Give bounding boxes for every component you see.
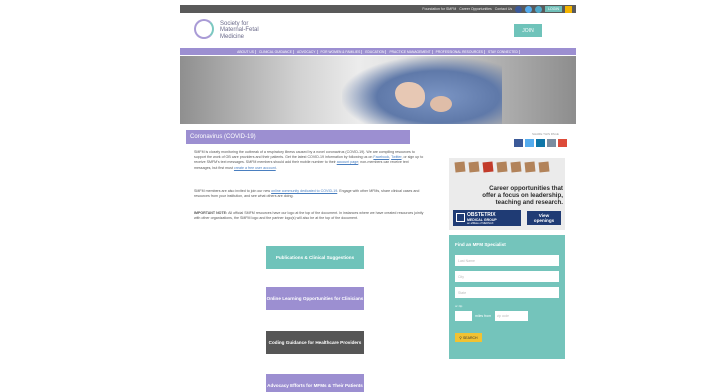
- intro-paragraph: SMFM is closely monitoring the outbreak …: [194, 150, 426, 171]
- ad-headline-line: Career opportunities that: [489, 185, 563, 192]
- share-label: SHARE THIS PAGE: [532, 132, 559, 136]
- main-nav: ABOUT US CLINICAL GUIDANCE ADVOCACY FOR …: [180, 48, 576, 55]
- ad-logo-text: an affiliate of MEDNAX: [467, 222, 494, 225]
- zip-code-input[interactable]: zip code: [495, 311, 528, 321]
- find-specialist-panel: Find an MFM Specialist Last Name City St…: [449, 235, 565, 359]
- logo-line: Medicine: [220, 33, 245, 40]
- login-button[interactable]: LOGIN: [545, 6, 562, 12]
- top-links: Foundation for SMFM Career Opportunities…: [422, 7, 512, 11]
- online-learning-button[interactable]: Online Learning Opportunities for Clinic…: [266, 287, 364, 310]
- contact-link[interactable]: Contact Us: [495, 7, 512, 11]
- search-label: SEARCH: [462, 335, 478, 340]
- careers-link[interactable]: Career Opportunities: [459, 7, 492, 11]
- nav-item-women-families[interactable]: FOR WOMEN & FAMILIES: [320, 49, 363, 54]
- site-logo[interactable]: Society for Maternal-Fetal Medicine: [220, 21, 259, 40]
- miles-input[interactable]: [455, 311, 472, 321]
- obstetrix-logo: OBSTETRIX MEDICAL GROUP an affiliate of …: [453, 210, 521, 226]
- share-twitter-icon[interactable]: [525, 139, 534, 147]
- ad-cta-text: openings: [533, 218, 555, 223]
- search-icon[interactable]: [565, 5, 572, 13]
- join-button[interactable]: JOIN: [514, 24, 542, 37]
- instagram-icon[interactable]: [535, 5, 543, 13]
- advocacy-button[interactable]: Advocacy Efforts for MFMs & Their Patien…: [266, 374, 364, 392]
- nav-item-advocacy[interactable]: ADVOCACY: [296, 49, 318, 54]
- online-community-link[interactable]: online community dedicated to COVID-19: [271, 189, 337, 193]
- share-plus-icon[interactable]: [558, 139, 567, 147]
- last-name-input[interactable]: Last Name: [455, 255, 559, 266]
- twitter-link[interactable]: Twitter: [391, 155, 401, 159]
- body-text: .: [275, 165, 277, 170]
- nav-item-practice-management[interactable]: PRACTICE MANAGEMENT: [388, 49, 433, 54]
- body-text: All official SMFM resources have our log…: [194, 211, 424, 221]
- career-ad-banner[interactable]: Career opportunities that offer a focus …: [449, 158, 565, 230]
- create-account-link[interactable]: create a free user account: [234, 166, 276, 170]
- share-linkedin-icon[interactable]: [536, 139, 545, 147]
- or-label: or zip: [455, 304, 463, 308]
- state-select[interactable]: State: [455, 287, 559, 298]
- obstetrix-logo-icon: [456, 213, 465, 222]
- city-input[interactable]: City: [455, 271, 559, 282]
- account-page-link[interactable]: account page: [337, 160, 359, 164]
- ad-headline: Career opportunities that offer a focus …: [469, 185, 563, 206]
- nav-item-stay-connected[interactable]: STAY CONNECTED: [487, 49, 520, 54]
- coding-guidance-button[interactable]: Coding Guidance for Healthcare Providers: [266, 331, 364, 354]
- share-buttons: [514, 139, 567, 147]
- hero-hand: [430, 96, 452, 112]
- top-utility-bar: Foundation for SMFM Career Opportunities…: [180, 5, 576, 13]
- body-text: SMFM members are also invited to join ou…: [194, 189, 271, 193]
- hero-image: [180, 56, 576, 124]
- logo-icon[interactable]: [194, 19, 214, 39]
- publications-button[interactable]: Publications & Clinical Suggestions: [266, 246, 364, 269]
- ad-blocks-image: [454, 161, 550, 173]
- share-facebook-icon[interactable]: [514, 139, 523, 147]
- nav-item-education[interactable]: EDUCATION: [364, 49, 387, 54]
- nav-item-professional-resources[interactable]: PROFESSIONAL RESOURCES: [435, 49, 485, 54]
- nav-item-clinical-guidance[interactable]: CLINICAL GUIDANCE: [258, 49, 294, 54]
- logo-line: Maternal-Fetal: [220, 27, 259, 34]
- share-email-icon[interactable]: [547, 139, 556, 147]
- site-header: Society for Maternal-Fetal Medicine JOIN: [180, 13, 576, 47]
- view-openings-button[interactable]: View openings: [527, 211, 561, 225]
- facebook-icon[interactable]: [515, 5, 523, 13]
- twitter-icon[interactable]: [525, 5, 533, 13]
- foundation-link[interactable]: Foundation for SMFM: [422, 7, 456, 11]
- page-title: Coronavirus (COVID-19): [186, 130, 410, 144]
- search-button[interactable]: ⚲ SEARCH: [455, 333, 482, 342]
- important-note-label: IMPORTANT NOTE:: [194, 211, 228, 215]
- ad-headline-line: offer a focus on leadership,: [482, 192, 563, 199]
- important-note-paragraph: IMPORTANT NOTE: All official SMFM resour…: [194, 211, 426, 221]
- find-title: Find an MFM Specialist: [455, 242, 506, 247]
- miles-from-label: miles from: [475, 314, 492, 318]
- ad-headline-line: teaching and research.: [495, 199, 563, 206]
- community-paragraph: SMFM members are also invited to join ou…: [194, 189, 426, 199]
- facebook-link[interactable]: Facebook: [373, 155, 389, 159]
- nav-item-about[interactable]: ABOUT US: [236, 49, 256, 54]
